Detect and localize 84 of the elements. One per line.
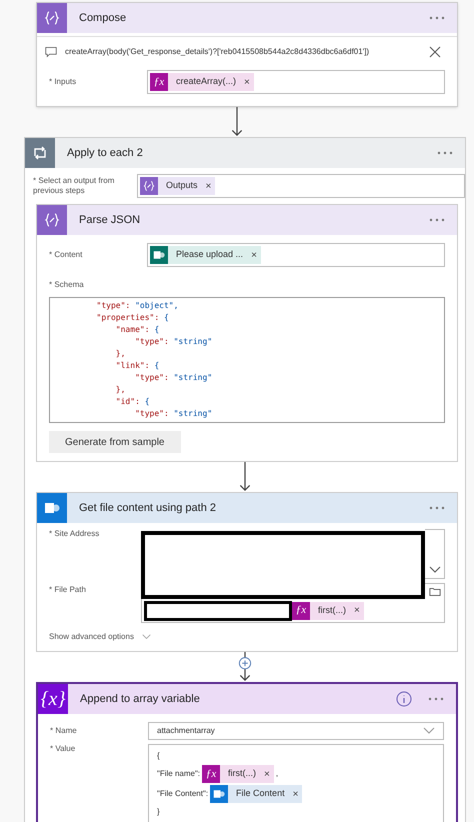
card-title: Compose: [79, 10, 128, 26]
code-line: "name": {: [114, 324, 160, 336]
code-line: "type": "object",: [96, 300, 180, 312]
input-field[interactable]: Outputs ×: [137, 174, 465, 198]
field-label: * Select an output from previous steps: [33, 176, 116, 196]
code-text: }: [157, 806, 160, 818]
close-icon[interactable]: [429, 46, 441, 58]
dynamic-token[interactable]: Please upload ... ×: [150, 246, 261, 264]
code-text: {: [157, 750, 160, 762]
remove-icon[interactable]: ×: [251, 248, 261, 262]
function-icon: ƒx: [206, 768, 216, 780]
card-title: Append to array variable: [80, 692, 201, 707]
connector-arrow: [229, 107, 245, 137]
card-header[interactable]: Compose: [37, 3, 457, 33]
document-app-icon: [153, 249, 165, 261]
code-line: "type": "string": [134, 372, 214, 384]
card-header[interactable]: {x} Append to array variable: [38, 684, 456, 714]
remove-icon[interactable]: ×: [354, 603, 364, 618]
more-options-icon[interactable]: [429, 506, 445, 510]
connector-arrow: [237, 462, 253, 492]
code-line: "type": "string": [134, 336, 214, 348]
comment-icon: [45, 46, 57, 58]
input-field[interactable]: ƒx createArray(...) ×: [147, 70, 445, 94]
code-text: "File Content":: [157, 788, 208, 800]
remove-icon[interactable]: ×: [244, 74, 254, 90]
input-field[interactable]: [425, 583, 445, 599]
dynamic-token[interactable]: Outputs ×: [140, 177, 216, 195]
field-label: * File Path: [49, 585, 87, 595]
dynamic-token[interactable]: ƒx first(...) ×: [202, 765, 274, 783]
card-header[interactable]: Parse JSON: [37, 205, 457, 235]
input-field[interactable]: Please upload ... ×: [147, 243, 445, 267]
variable-icon: {x}: [40, 689, 66, 709]
code-line: "type": "string": [134, 408, 214, 420]
dynamic-token[interactable]: ƒx createArray(...) ×: [150, 73, 254, 91]
card-title: Apply to each 2: [67, 146, 144, 161]
braces-icon: [44, 10, 60, 26]
function-icon: ƒx: [296, 605, 306, 616]
info-icon[interactable]: [396, 691, 412, 707]
chevron-down-icon: [428, 566, 440, 574]
document-app-icon: [44, 500, 60, 516]
field-label: * Site Address: [49, 529, 100, 539]
more-options-icon[interactable]: [429, 218, 445, 222]
card-header[interactable]: Apply to each 2: [25, 138, 465, 168]
input-field[interactable]: ƒx first(...) ×: [141, 599, 445, 623]
card-title: Get file content using path 2: [79, 500, 217, 516]
braces-icon: [143, 180, 155, 192]
remove-icon[interactable]: ×: [206, 178, 216, 194]
generate-button[interactable]: Generate from sample: [49, 431, 180, 453]
advanced-options-link[interactable]: Show advanced options: [49, 631, 134, 643]
dropdown-field[interactable]: attachmentarray: [148, 722, 444, 740]
code-text: "File name":: [157, 768, 200, 780]
loop-icon: [32, 145, 48, 161]
more-options-icon[interactable]: [428, 697, 444, 701]
field-label: * Schema: [49, 280, 84, 289]
chevron-down-icon: [423, 727, 435, 735]
code-line: },: [114, 348, 126, 360]
document-app-icon: [213, 788, 226, 800]
folder-icon: [428, 586, 440, 596]
braces-icon: [44, 212, 60, 228]
remove-icon[interactable]: ×: [292, 786, 302, 802]
remove-icon[interactable]: ×: [264, 766, 274, 782]
code-line: "link": {: [114, 360, 160, 372]
field-label: * Name: [50, 726, 78, 736]
more-options-icon[interactable]: [429, 16, 445, 20]
add-step-connector[interactable]: [237, 652, 253, 682]
field-value: attachmentarray: [157, 725, 215, 737]
dynamic-token[interactable]: File Content ×: [210, 785, 302, 803]
function-icon: ƒx: [154, 76, 164, 88]
field-label: * Inputs: [49, 77, 78, 87]
card-title: Parse JSON: [79, 212, 142, 228]
more-options-icon[interactable]: [437, 151, 453, 155]
field-label: * Value: [50, 744, 76, 755]
code-text: ,: [276, 768, 278, 780]
dynamic-token[interactable]: ƒx first(...) ×: [292, 602, 364, 620]
card-header[interactable]: Get file content using path 2: [37, 493, 457, 523]
code-line: "id": {: [114, 396, 151, 408]
input-field[interactable]: { "File name": ƒx first(...) × , "File Content": File Content × }: [148, 744, 444, 822]
field-label: * Content: [49, 250, 84, 260]
chevron-down-icon: [142, 634, 151, 640]
code-line: },: [114, 384, 126, 396]
expression-text: createArray(body('Get_response_details')?['reb0415508b544a2c8d4336dbc6a6df01']): [65, 46, 370, 58]
code-line: "properties": {: [96, 312, 170, 324]
dropdown-field[interactable]: [425, 529, 445, 579]
code-editor[interactable]: "type": "object", "properties": { "name": { "type": "string" }, "link": { "type": "string" }, "id": { "type": "string": [49, 297, 445, 423]
